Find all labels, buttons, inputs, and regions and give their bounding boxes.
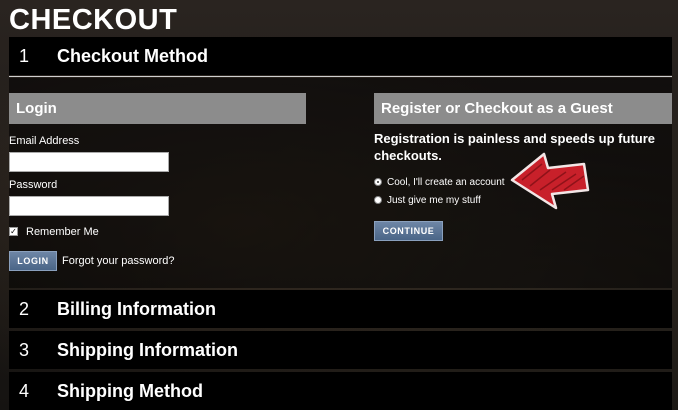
step-label: Billing Information <box>57 298 216 319</box>
step-number: 1 <box>19 45 30 66</box>
step-shipping-method[interactable]: 4 Shipping Method <box>9 372 672 410</box>
guest-checkout-radio[interactable] <box>374 196 382 204</box>
step-checkout-method[interactable]: 1 Checkout Method <box>9 37 672 75</box>
page-title: CHECKOUT <box>9 4 178 36</box>
forgot-password-link[interactable]: Forgot your password? <box>62 255 175 267</box>
guest-checkout-label: Just give me my stuff <box>387 195 481 206</box>
step-label: Shipping Method <box>57 380 203 401</box>
login-button[interactable]: LOGIN <box>9 251 57 271</box>
create-account-radio[interactable] <box>374 178 382 186</box>
step-number: 2 <box>19 298 30 319</box>
red-arrow-icon <box>510 152 590 210</box>
email-field[interactable] <box>9 152 169 172</box>
step-billing-information[interactable]: 2 Billing Information <box>9 290 672 328</box>
step-label: Shipping Information <box>57 339 238 360</box>
divider <box>9 76 672 77</box>
create-account-label: Cool, I'll create an account <box>387 177 505 188</box>
email-label: Email Address <box>9 135 80 147</box>
remember-me-checkbox[interactable]: ✓ <box>9 227 18 236</box>
remember-me-label: Remember Me <box>26 226 99 238</box>
password-label: Password <box>9 179 58 191</box>
register-heading: Register or Checkout as a Guest <box>374 93 672 124</box>
step-shipping-information[interactable]: 3 Shipping Information <box>9 331 672 369</box>
step-number: 4 <box>19 380 30 401</box>
step-number: 3 <box>19 339 30 360</box>
password-field[interactable] <box>9 196 169 216</box>
continue-button[interactable]: CONTINUE <box>374 221 443 241</box>
login-heading: Login <box>9 93 306 124</box>
step-label: Checkout Method <box>57 45 208 66</box>
